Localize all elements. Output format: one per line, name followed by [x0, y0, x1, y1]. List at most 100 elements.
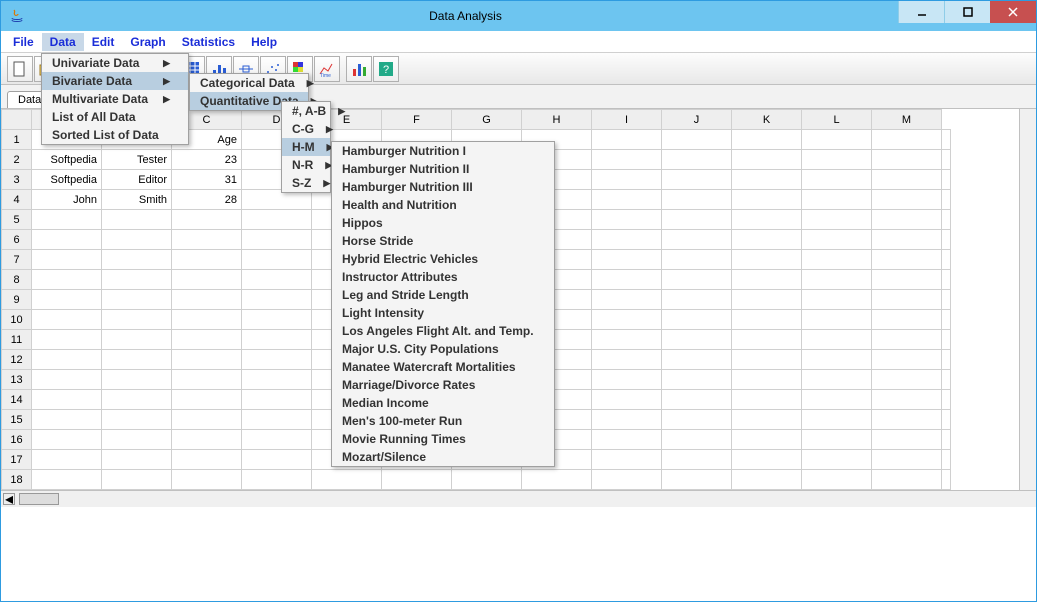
cell[interactable]	[242, 350, 312, 370]
menu-item[interactable]: Multivariate Data▶	[42, 90, 188, 108]
menu-item[interactable]: Hamburger Nutrition I	[332, 142, 554, 160]
cell[interactable]	[872, 290, 942, 310]
scroll-left-icon[interactable]: ◂	[3, 493, 15, 505]
menu-statistics[interactable]: Statistics	[174, 33, 243, 51]
cell[interactable]	[592, 470, 662, 490]
cell[interactable]	[802, 450, 872, 470]
cell[interactable]	[662, 370, 732, 390]
cell[interactable]	[172, 290, 242, 310]
menu-item[interactable]: Hamburger Nutrition II	[332, 160, 554, 178]
cell[interactable]: Softpedia	[32, 150, 102, 170]
cell[interactable]	[172, 230, 242, 250]
cell[interactable]	[242, 270, 312, 290]
cell[interactable]	[802, 350, 872, 370]
cell[interactable]	[102, 450, 172, 470]
cell[interactable]	[592, 330, 662, 350]
new-sheet-icon[interactable]	[7, 56, 33, 82]
row-header[interactable]: 4	[2, 190, 32, 210]
cell[interactable]	[32, 330, 102, 350]
menu-item[interactable]: Marriage/Divorce Rates	[332, 376, 554, 394]
menu-item[interactable]: Hamburger Nutrition III	[332, 178, 554, 196]
cell[interactable]	[802, 390, 872, 410]
timeseries-icon[interactable]: Time	[314, 56, 340, 82]
scroll-thumb[interactable]	[19, 493, 59, 505]
row-header[interactable]: 15	[2, 410, 32, 430]
horizontal-scrollbar[interactable]: ◂	[1, 490, 1036, 507]
cell[interactable]	[942, 330, 951, 350]
cell[interactable]	[102, 410, 172, 430]
minimize-button[interactable]	[898, 1, 944, 23]
menu-item[interactable]: Health and Nutrition	[332, 196, 554, 214]
menu-item[interactable]: Horse Stride	[332, 232, 554, 250]
cell[interactable]	[732, 250, 802, 270]
menu-item[interactable]: Los Angeles Flight Alt. and Temp.	[332, 322, 554, 340]
cell[interactable]	[732, 210, 802, 230]
cell[interactable]	[802, 170, 872, 190]
cell[interactable]	[172, 390, 242, 410]
cell[interactable]	[592, 250, 662, 270]
menu-item[interactable]: S-Z▶	[282, 174, 330, 192]
cell[interactable]	[802, 310, 872, 330]
cell[interactable]	[942, 270, 951, 290]
cell[interactable]	[802, 370, 872, 390]
column-header[interactable]: H	[522, 110, 592, 130]
row-header[interactable]: 12	[2, 350, 32, 370]
cell[interactable]	[172, 410, 242, 430]
cell[interactable]	[242, 450, 312, 470]
cell[interactable]	[662, 330, 732, 350]
cell[interactable]	[872, 230, 942, 250]
cell[interactable]	[592, 390, 662, 410]
cell[interactable]	[942, 130, 951, 150]
cell[interactable]	[802, 150, 872, 170]
cell[interactable]	[32, 250, 102, 270]
cell[interactable]	[592, 350, 662, 370]
cell[interactable]	[942, 410, 951, 430]
cell[interactable]	[872, 210, 942, 230]
cell[interactable]: 31	[172, 170, 242, 190]
cell[interactable]	[732, 130, 802, 150]
cell[interactable]	[872, 270, 942, 290]
cell[interactable]	[522, 470, 592, 490]
row-header[interactable]: 8	[2, 270, 32, 290]
row-header[interactable]: 17	[2, 450, 32, 470]
row-header[interactable]: 1	[2, 130, 32, 150]
menu-item[interactable]: Hippos	[332, 214, 554, 232]
cell[interactable]	[732, 290, 802, 310]
column-header[interactable]: G	[452, 110, 522, 130]
cell[interactable]	[942, 250, 951, 270]
cell[interactable]	[942, 390, 951, 410]
corner-header[interactable]	[2, 110, 32, 130]
cell[interactable]	[872, 130, 942, 150]
cell[interactable]	[242, 470, 312, 490]
cell[interactable]	[802, 270, 872, 290]
cell[interactable]	[942, 190, 951, 210]
cell[interactable]	[942, 170, 951, 190]
output-pane[interactable]	[3, 499, 1034, 599]
cell[interactable]: Smith	[102, 190, 172, 210]
cell[interactable]	[452, 470, 522, 490]
cell[interactable]	[32, 370, 102, 390]
cell[interactable]	[942, 470, 951, 490]
cell[interactable]	[802, 190, 872, 210]
vertical-scrollbar[interactable]	[1019, 109, 1036, 497]
cell[interactable]	[732, 330, 802, 350]
cell[interactable]	[312, 470, 382, 490]
cell[interactable]	[32, 210, 102, 230]
cell[interactable]	[872, 370, 942, 390]
row-header[interactable]: 11	[2, 330, 32, 350]
cell[interactable]	[662, 410, 732, 430]
column-header[interactable]: I	[592, 110, 662, 130]
cell[interactable]	[802, 250, 872, 270]
cell[interactable]	[662, 290, 732, 310]
cell[interactable]	[592, 410, 662, 430]
cell[interactable]	[662, 310, 732, 330]
column-header[interactable]: J	[662, 110, 732, 130]
cell[interactable]	[172, 350, 242, 370]
cell[interactable]	[872, 470, 942, 490]
menu-item[interactable]: #, A-B▶	[282, 102, 330, 120]
cell[interactable]	[102, 210, 172, 230]
cell[interactable]	[872, 310, 942, 330]
menu-item[interactable]: Light Intensity	[332, 304, 554, 322]
column-header[interactable]: M	[872, 110, 942, 130]
cell[interactable]	[102, 370, 172, 390]
